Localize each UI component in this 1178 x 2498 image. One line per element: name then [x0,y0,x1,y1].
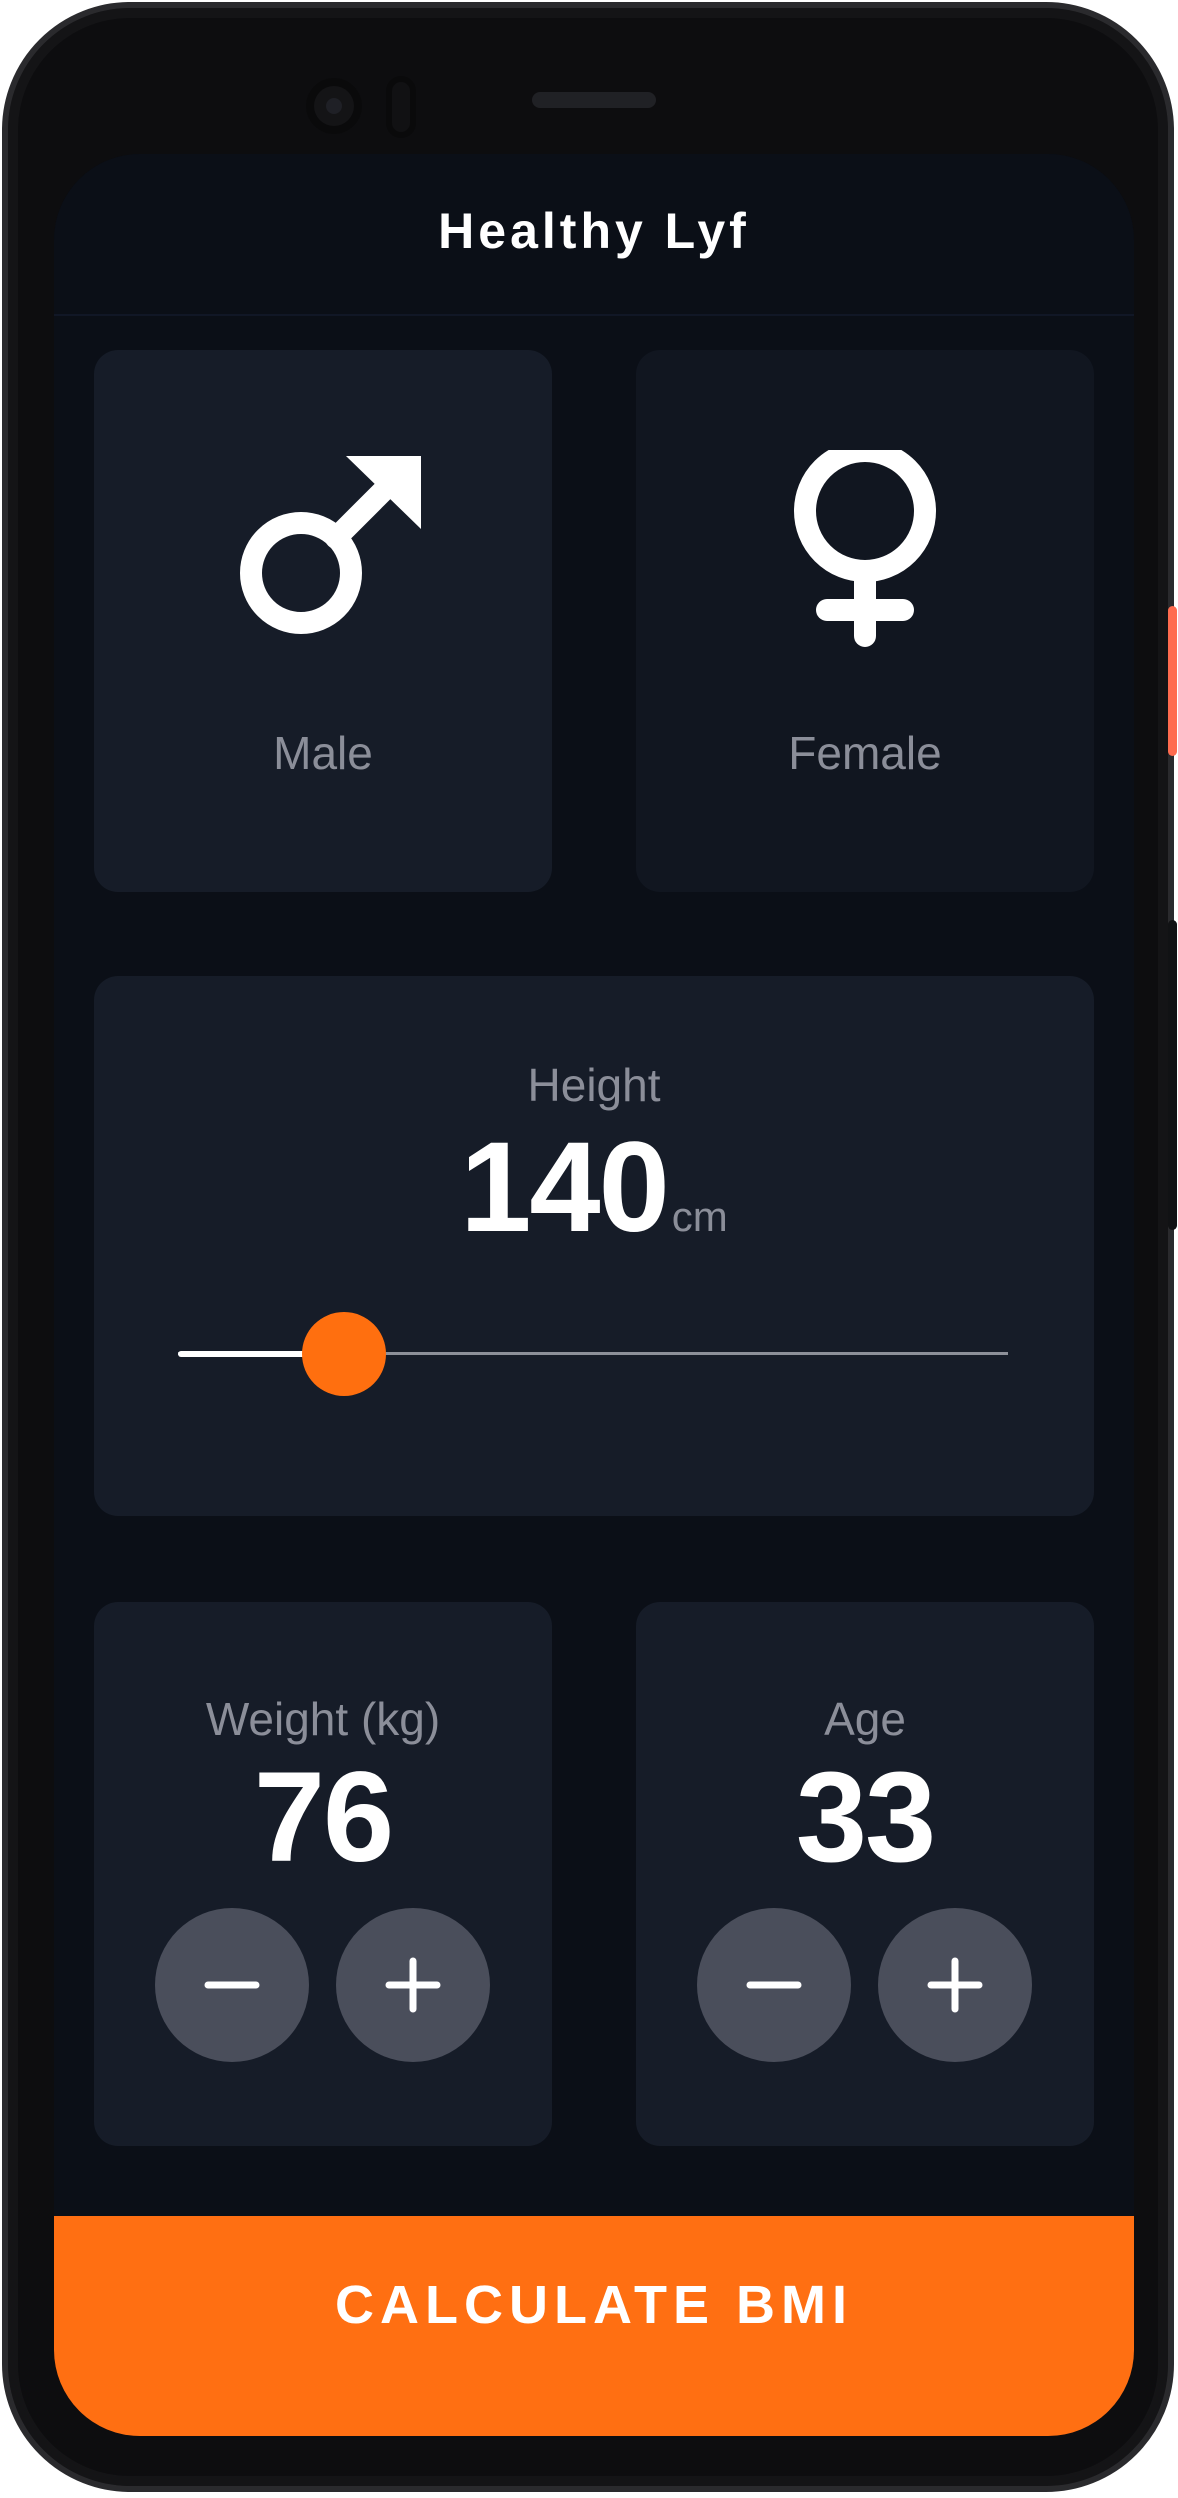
age-value: 33 [795,1746,936,1889]
age-increase-button[interactable] [878,1908,1032,2062]
minus-icon [204,1981,260,1989]
weight-card: Weight (kg) 76 [94,1602,552,2146]
height-unit: cm [671,1193,728,1240]
female-label: Female [788,727,942,779]
weight-increase-button[interactable] [336,1908,490,2062]
height-label: Height [527,1059,661,1111]
calculate-bmi-label: CALCULATE BMI [335,2275,853,2335]
weight-value: 76 [253,1746,394,1889]
male-card[interactable]: Male [94,350,552,892]
male-label: Male [273,727,373,779]
power-button [1168,606,1177,756]
app-title: Healthy Lyf [438,203,750,259]
minus-icon [746,1981,802,1989]
age-label: Age [824,1693,906,1745]
female-symbol-icon [794,450,936,647]
phone-frame: Healthy Lyf Male Female Height 140cm Wei… [2,2,1174,2492]
weight-label: Weight (kg) [205,1693,441,1745]
plus-icon [385,1957,441,2013]
height-card: Height 140cm [94,976,1094,1516]
app-screen: Healthy Lyf Male Female Height 140cm Wei… [54,154,1134,2436]
height-slider[interactable] [178,1312,1008,1396]
age-decrease-button[interactable] [697,1908,851,2062]
volume-button [1168,920,1177,1230]
height-readout: 140cm [94,1124,1094,1252]
age-card: Age 33 [636,1602,1094,2146]
height-slider-thumb[interactable] [302,1312,386,1396]
front-camera [306,78,362,134]
height-value: 140 [460,1116,670,1259]
app-bar: Healthy Lyf [54,154,1134,316]
male-symbol-icon [240,456,421,634]
female-card[interactable]: Female [636,350,1094,892]
front-sensor [386,76,416,138]
weight-decrease-button[interactable] [155,1908,309,2062]
plus-icon [927,1957,983,2013]
calculate-bmi-button[interactable]: CALCULATE BMI [54,2216,1134,2436]
earpiece-speaker [532,92,656,108]
